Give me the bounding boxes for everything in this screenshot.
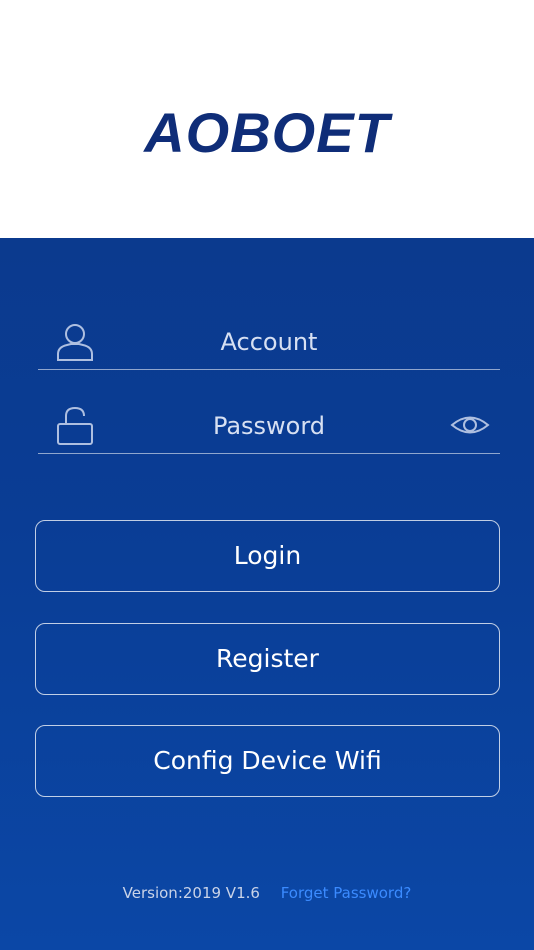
config-device-wifi-button[interactable]: Config Device Wifi	[35, 725, 500, 797]
register-button[interactable]: Register	[35, 623, 500, 695]
version-text: Version:2019 V1.6	[122, 884, 260, 902]
header: AOBOET	[0, 0, 534, 238]
lock-icon	[57, 406, 93, 445]
login-panel: Account Password Login Register Config D…	[0, 238, 534, 950]
password-input[interactable]: Password	[108, 412, 430, 440]
footer: Version:2019 V1.6 Forget Password?	[0, 884, 534, 902]
forget-password-link[interactable]: Forget Password?	[281, 884, 412, 902]
eye-icon[interactable]	[450, 408, 490, 442]
account-input[interactable]: Account	[108, 328, 430, 356]
aoboet-logo: AOBOET	[144, 101, 390, 164]
account-field[interactable]: Account	[38, 314, 500, 370]
login-button[interactable]: Login	[35, 520, 500, 592]
password-field[interactable]: Password	[38, 398, 500, 454]
user-icon	[57, 324, 93, 361]
